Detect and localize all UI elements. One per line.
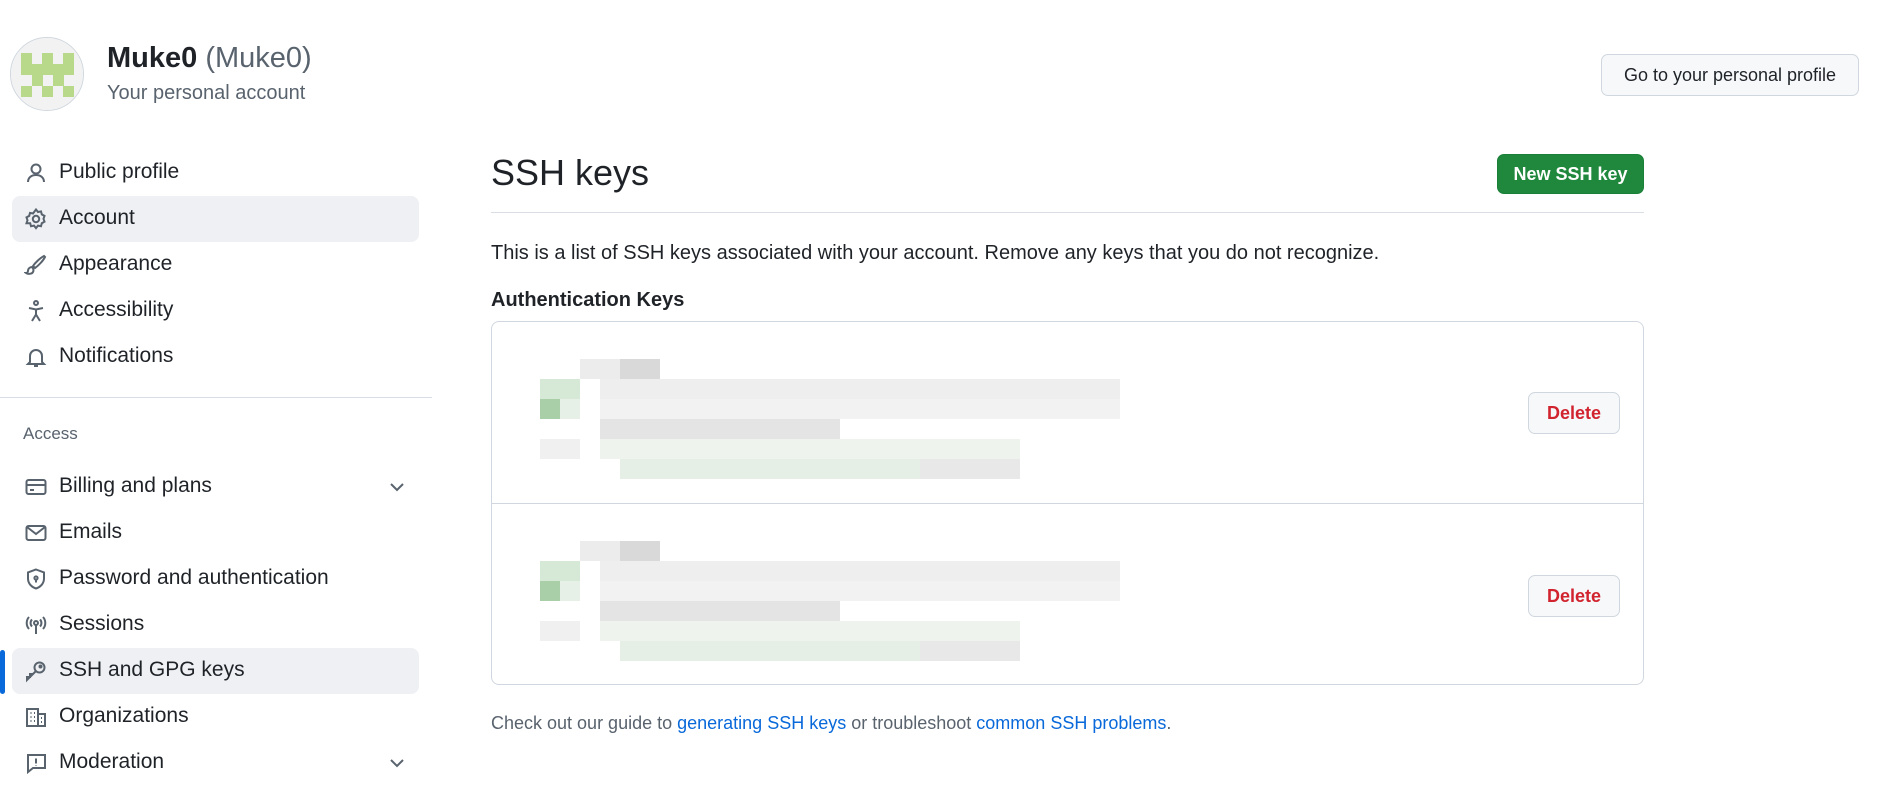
sidebar-item-label: Notifications <box>59 344 174 367</box>
sidebar-item-account[interactable]: Account <box>12 196 419 242</box>
sidebar-item-password[interactable]: Password and authentication <box>12 556 419 602</box>
sidebar-item-moderation[interactable]: Moderation <box>12 740 419 786</box>
sidebar-item-label: SSH and GPG keys <box>59 658 245 681</box>
account-subtitle: Your personal account <box>107 82 306 104</box>
report-icon <box>27 754 46 775</box>
sidebar-item-label: Appearance <box>59 252 173 275</box>
redacted-key-details <box>540 359 1120 479</box>
account-name: Muke0 (Muke0) <box>107 42 312 75</box>
sidebar-item-organizations[interactable]: Organizations <box>12 694 419 740</box>
sidebar-item-ssh-gpg-keys[interactable]: SSH and GPG keys <box>12 648 419 694</box>
ssh-key-list: Delete Delete <box>491 321 1644 685</box>
sidebar-item-label: Emails <box>59 520 123 543</box>
common-ssh-problems-link[interactable]: common SSH problems <box>976 713 1166 733</box>
title-divider <box>491 212 1644 213</box>
settings-header: Muke0 (Muke0) Your personal account Go t… <box>0 0 1877 120</box>
sidebar-item-label: Moderation <box>59 750 165 773</box>
help-middle: or troubleshoot <box>846 713 977 733</box>
sidebar-item-label: Accessibility <box>59 298 174 321</box>
gear-icon <box>25 207 46 230</box>
active-nav-indicator <box>0 650 5 694</box>
ssh-key-row: Delete <box>492 503 1643 684</box>
credit-card-icon <box>25 479 47 495</box>
sidebar-item-sessions[interactable]: Sessions <box>12 602 419 648</box>
sidebar-item-public-profile[interactable]: Public profile <box>12 150 419 196</box>
bell-icon <box>25 349 47 367</box>
sidebar-section-access: Access <box>23 424 78 443</box>
auth-keys-heading: Authentication Keys <box>491 289 685 311</box>
sidebar-item-label: Account <box>59 206 135 229</box>
sidebar-item-label: Sessions <box>59 612 145 635</box>
person-icon <box>27 163 45 183</box>
display-name: Muke0 <box>107 42 198 74</box>
chevron-down-icon <box>390 483 404 492</box>
sidebar-divider <box>0 397 432 398</box>
sidebar-access-group: Billing and plans Emails Password and au… <box>0 464 432 795</box>
sidebar-item-label: Organizations <box>59 704 189 727</box>
help-prefix: Check out our guide to <box>491 713 678 733</box>
shield-lock-icon <box>27 568 45 590</box>
sidebar-item-accessibility[interactable]: Accessibility <box>12 288 419 334</box>
sidebar-item-label: Public profile <box>59 160 180 183</box>
help-suffix: . <box>1166 713 1172 733</box>
page-title: SSH keys <box>491 152 650 193</box>
sidebar-item-label: Password and authentication <box>59 566 329 589</box>
sidebar-item-label: Billing and plans <box>59 474 212 497</box>
login-name: (Muke0) <box>205 42 312 74</box>
organization-icon <box>26 708 46 727</box>
sidebar-item-appearance[interactable]: Appearance <box>12 242 419 288</box>
generating-ssh-keys-link[interactable]: generating SSH keys <box>677 713 846 733</box>
identicon-image <box>11 38 83 110</box>
chevron-down-icon <box>390 759 404 768</box>
broadcast-icon <box>25 616 47 634</box>
new-ssh-key-button[interactable]: New SSH key <box>1497 154 1644 194</box>
key-icon <box>26 661 46 683</box>
accessibility-icon <box>28 300 44 322</box>
delete-key-button[interactable]: Delete <box>1528 575 1620 617</box>
sidebar-item-emails[interactable]: Emails <box>12 510 419 556</box>
sidebar-item-notifications[interactable]: Notifications <box>12 334 419 380</box>
delete-key-button[interactable]: Delete <box>1528 392 1620 434</box>
redacted-key-details <box>540 541 1120 661</box>
page-description: This is a list of SSH keys associated wi… <box>491 242 1380 264</box>
ssh-help-note: Check out our guide to generating SSH ke… <box>491 713 1171 734</box>
sidebar-item-billing[interactable]: Billing and plans <box>12 464 419 510</box>
mail-icon <box>25 525 47 541</box>
go-to-profile-button[interactable]: Go to your personal profile <box>1601 54 1859 96</box>
paintbrush-icon <box>24 254 47 275</box>
ssh-key-row: Delete <box>492 322 1643 503</box>
avatar[interactable] <box>10 37 84 111</box>
